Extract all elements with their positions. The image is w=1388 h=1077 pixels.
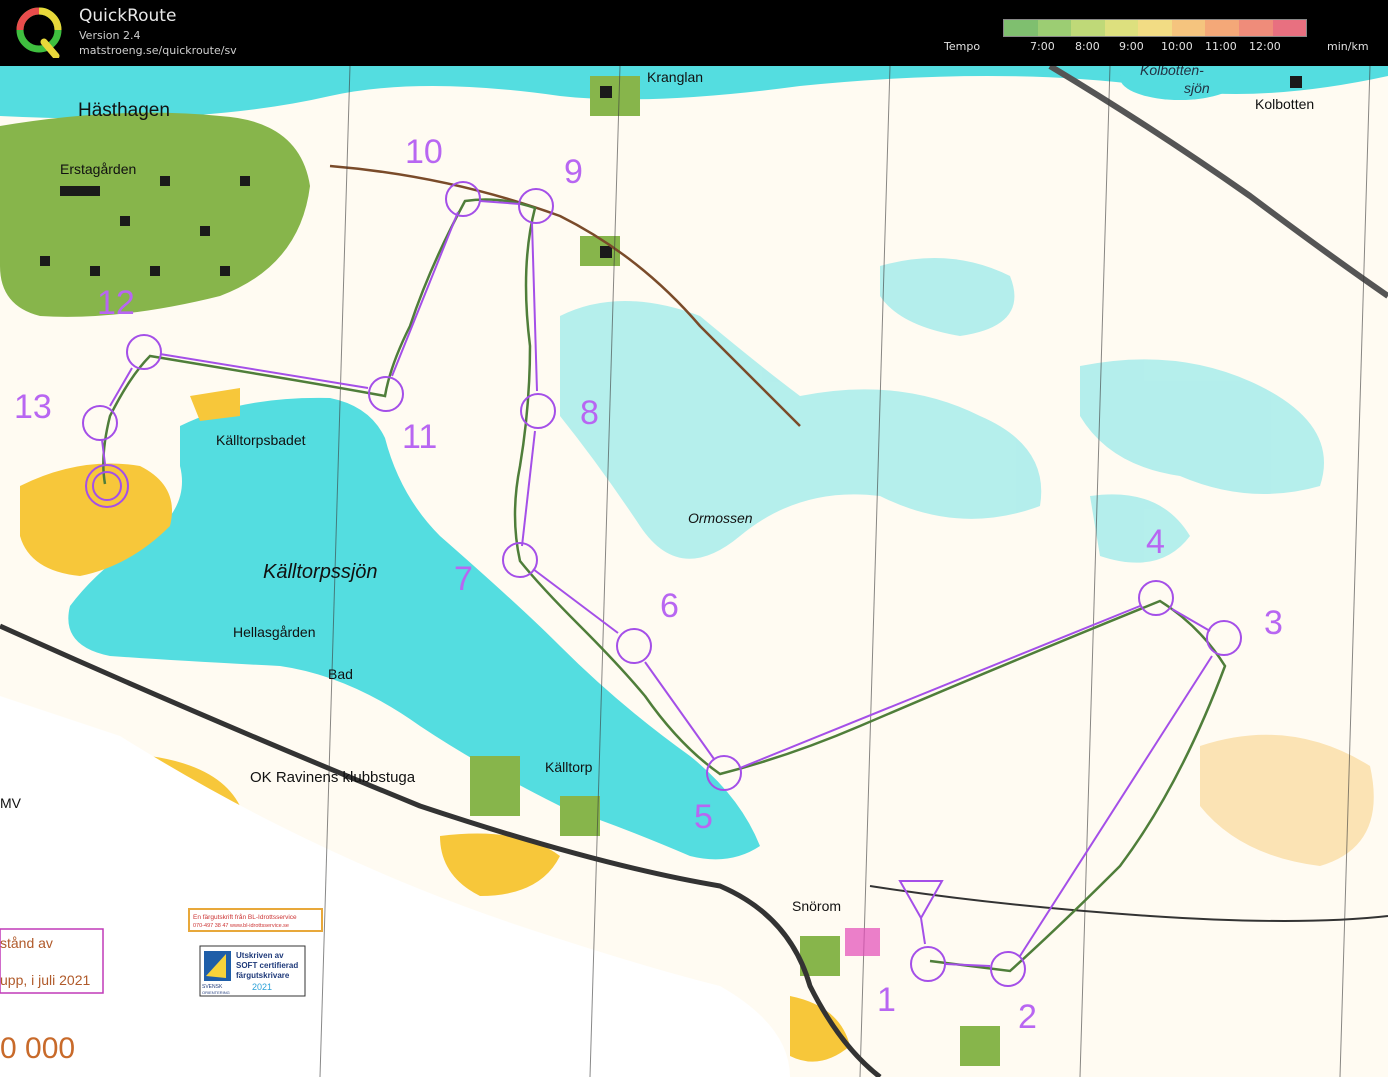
- app-title: QuickRoute: [79, 6, 177, 26]
- label-mv: MV: [0, 795, 22, 811]
- tempo-color-swatch: [1171, 20, 1206, 36]
- tempo-label: Tempo: [944, 40, 981, 53]
- svg-text:Utskriven av: Utskriven av: [236, 951, 284, 960]
- control-number-12: 12: [97, 284, 135, 322]
- svg-text:stånd av: stånd av: [0, 935, 53, 951]
- quickroute-header: QuickRoute Version 2.4 matstroeng.se/qui…: [0, 0, 1388, 66]
- control-number-2: 2: [1018, 998, 1037, 1036]
- app-version: Version 2.4: [79, 29, 141, 42]
- label-kolbottensjon-2: sjön: [1184, 80, 1210, 96]
- svg-text:upp, i juli 2021: upp, i juli 2021: [0, 972, 91, 988]
- tempo-unit: min/km: [1327, 40, 1369, 53]
- label-hasthagen: Hästhagen: [78, 100, 170, 121]
- tempo-tick: 9:00: [1119, 40, 1144, 53]
- label-bad: Bad: [328, 666, 353, 682]
- tempo-tick: 7:00: [1030, 40, 1055, 53]
- svg-text:En färgutskrift från BL-Idrott: En färgutskrift från BL-Idrottsservice: [193, 913, 297, 921]
- label-ok-ravinen: OK Ravinens klubbstuga: [250, 769, 416, 786]
- label-hellasgarden: Hellasgården: [233, 624, 316, 640]
- tempo-color-scale: [1003, 19, 1307, 37]
- svg-text:ORIENTERING: ORIENTERING: [202, 990, 230, 995]
- tempo-tick: 12:00: [1249, 40, 1281, 53]
- tempo-color-swatch: [1272, 20, 1307, 36]
- label-kranglan: Kranglan: [647, 69, 703, 85]
- forbidden-area: [845, 928, 880, 956]
- control-number-7: 7: [454, 560, 473, 598]
- control-number-4: 4: [1146, 523, 1165, 561]
- label-erstagarden: Erstagården: [60, 161, 136, 177]
- svg-text:färgutskrivare: färgutskrivare: [236, 971, 290, 980]
- label-kalltorp: Källtorp: [545, 759, 593, 775]
- soft-certified-badge: SVENSK ORIENTERING Utskriven av SOFT cer…: [199, 945, 306, 997]
- tempo-tick: 10:00: [1161, 40, 1193, 53]
- app-url: matstroeng.se/quickroute/sv: [79, 44, 237, 57]
- tempo-color-swatch: [1238, 20, 1273, 36]
- control-number-6: 6: [660, 587, 679, 625]
- tempo-color-swatch: [1138, 20, 1172, 36]
- tempo-color-swatch: [1205, 20, 1239, 36]
- svg-text:SOFT certifierad: SOFT certifierad: [236, 961, 298, 970]
- label-kolbotten: Kolbotten: [1255, 96, 1314, 112]
- tempo-color-swatch: [1104, 20, 1139, 36]
- label-ormossen: Ormossen: [688, 510, 753, 526]
- label-snorom: Snörom: [792, 898, 841, 914]
- control-number-11: 11: [402, 418, 437, 456]
- tempo-tick: 11:00: [1205, 40, 1237, 53]
- svg-text:2021: 2021: [252, 982, 272, 992]
- tempo-color-swatch: [1071, 20, 1105, 36]
- label-kalltorpsbadet: Källtorpsbadet: [216, 432, 306, 448]
- map-info-box: stånd av upp, i juli 2021: [0, 928, 104, 994]
- control-number-1: 1: [877, 981, 896, 1019]
- orienteering-map[interactable]: 1 2 3 4 5 6 7 8 9 10 11 12 13 Hästhagen …: [0, 66, 1388, 1077]
- tempo-color-swatch: [1004, 20, 1038, 36]
- tempo-tick: 8:00: [1075, 40, 1100, 53]
- svg-text:070-497 38 47 www.bl-id: 070-497 38 47 www.bl-idrottsservice.se: [193, 923, 289, 929]
- control-number-3: 3: [1264, 604, 1283, 642]
- label-kolbottensjon-1: Kolbotten-: [1140, 66, 1204, 78]
- label-kalltorpssjon: Källtorpssjön: [263, 561, 378, 583]
- printer-legend: En färgutskrift från BL-Idrottsservice 0…: [188, 908, 323, 932]
- quickroute-logo-icon: [16, 7, 62, 58]
- control-number-8: 8: [580, 394, 599, 432]
- control-number-13: 13: [14, 388, 52, 426]
- tempo-color-swatch: [1037, 20, 1072, 36]
- control-number-5: 5: [694, 798, 713, 836]
- control-number-9: 9: [564, 153, 583, 191]
- map-scale-label: 0 000: [0, 1032, 75, 1065]
- control-number-10: 10: [405, 133, 443, 171]
